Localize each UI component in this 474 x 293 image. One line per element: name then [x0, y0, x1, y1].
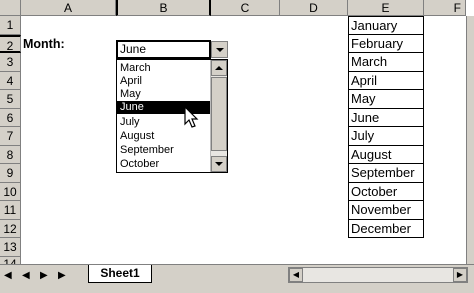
row-header-12[interactable]: 12 — [0, 219, 21, 238]
dropdown-scrollbar[interactable] — [210, 60, 227, 172]
row-header-10[interactable]: 10 — [0, 182, 21, 201]
row-header-6[interactable]: 6 — [0, 108, 21, 127]
prev-sheet-icon[interactable]: ◀ — [22, 269, 30, 283]
column-header-c[interactable]: C — [211, 0, 280, 16]
row-header-7[interactable]: 7 — [0, 127, 21, 146]
scroll-thumb[interactable] — [211, 77, 227, 151]
row-header-13[interactable]: 13 — [0, 238, 21, 257]
column-header-d[interactable]: D — [280, 0, 348, 16]
row-header-2[interactable]: 2 — [0, 34, 21, 53]
month-cell[interactable]: September — [348, 164, 424, 183]
chevron-up-icon — [215, 66, 223, 70]
month-cell[interactable]: April — [348, 71, 424, 90]
horizontal-scrollbar[interactable]: ◀ ▶ — [288, 267, 468, 283]
dropdown-option[interactable]: March — [117, 62, 214, 75]
scroll-left-button[interactable]: ◀ — [289, 268, 303, 282]
row-header-5[interactable]: 5 — [0, 90, 21, 109]
scroll-up-button[interactable] — [211, 60, 227, 76]
row-header-1[interactable]: 1 — [0, 16, 21, 35]
month-cell[interactable]: August — [348, 145, 424, 164]
month-cell[interactable]: November — [348, 201, 424, 220]
column-header-a[interactable]: A — [21, 0, 116, 16]
chevron-down-icon — [215, 162, 223, 166]
vertical-scrollbar[interactable] — [466, 16, 474, 264]
next-sheet-icon[interactable]: ▶ — [40, 269, 48, 283]
month-cell[interactable]: March — [348, 53, 424, 72]
mouse-cursor-icon — [184, 106, 199, 128]
last-sheet-icon[interactable]: ▶ — [58, 269, 66, 283]
month-cell[interactable]: December — [348, 219, 424, 238]
first-sheet-icon[interactable]: ◀ — [4, 269, 12, 283]
dropdown-option[interactable]: August — [117, 130, 214, 143]
month-cell[interactable]: February — [348, 34, 424, 53]
dropdown-option[interactable]: April — [117, 75, 214, 88]
dropdown-option[interactable]: October — [117, 158, 214, 171]
month-cell[interactable]: October — [348, 182, 424, 201]
combo-dropdown-button[interactable] — [211, 41, 228, 58]
row-header-11[interactable]: 11 — [0, 201, 21, 220]
column-header-e[interactable]: E — [348, 0, 424, 16]
month-cell[interactable]: July — [348, 127, 424, 146]
row-header-4[interactable]: 4 — [0, 71, 21, 90]
scroll-down-button[interactable] — [211, 156, 227, 172]
month-cell[interactable]: June — [348, 108, 424, 127]
dropdown-option[interactable]: September — [117, 144, 214, 157]
month-label: Month: — [23, 37, 65, 51]
sheet-tab-bar: ◀ ◀ ▶ ▶ Sheet1 ◀ ▶ — [0, 264, 474, 293]
month-combobox[interactable]: June — [116, 40, 211, 59]
row-header-9[interactable]: 9 — [0, 164, 21, 183]
row-header-8[interactable]: 8 — [0, 145, 21, 164]
dropdown-option[interactable]: May — [117, 88, 214, 101]
row-header-3[interactable]: 3 — [0, 53, 21, 72]
scroll-right-button[interactable]: ▶ — [453, 268, 467, 282]
month-cell[interactable]: May — [348, 90, 424, 109]
column-header-f[interactable]: F — [424, 0, 466, 16]
column-header-b[interactable]: B — [116, 0, 211, 16]
sheet-tab[interactable]: Sheet1 — [88, 265, 152, 283]
select-all-corner[interactable] — [0, 0, 21, 16]
month-cell[interactable]: January — [348, 16, 424, 35]
chevron-down-icon — [216, 48, 224, 52]
